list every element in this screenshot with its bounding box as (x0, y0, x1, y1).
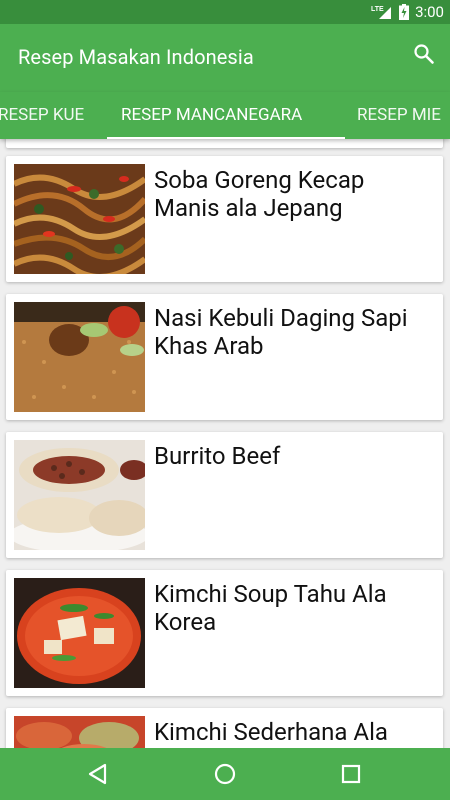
recipe-title: Burrito Beef (154, 442, 281, 470)
recipe-thumbnail (14, 716, 145, 748)
back-button[interactable] (84, 760, 112, 788)
lte-signal-icon: LTE (371, 4, 393, 20)
app-bar: Resep Masakan Indonesia (0, 24, 450, 92)
recipe-card-kimchi-sederhana[interactable]: Kimchi Sederhana Ala (6, 708, 443, 748)
search-icon (414, 44, 434, 64)
active-tab-indicator (107, 137, 345, 139)
recents-button[interactable] (337, 760, 365, 788)
recipe-card-kimchi-soup[interactable]: Kimchi Soup Tahu Ala Korea (6, 570, 443, 696)
recipe-card-burrito-beef[interactable]: Burrito Beef (6, 432, 443, 558)
system-navigation-bar (0, 748, 450, 800)
tab-resep-mie[interactable]: RESEP MIE (357, 92, 441, 139)
list-item[interactable] (6, 139, 443, 148)
svg-text:LTE: LTE (371, 6, 384, 13)
recipe-list[interactable]: Soba Goreng Kecap Manis ala Jepang Nasi … (0, 139, 450, 748)
recipe-card-nasi-kebuli[interactable]: Nasi Kebuli Daging Sapi Khas Arab (6, 294, 443, 420)
battery-charging-icon (399, 4, 410, 20)
recipe-thumbnail (14, 440, 145, 550)
recipe-title: Nasi Kebuli Daging Sapi Khas Arab (154, 304, 408, 360)
recipe-title: Soba Goreng Kecap Manis ala Jepang (154, 166, 365, 222)
recipe-title: Kimchi Soup Tahu Ala Korea (154, 580, 387, 636)
home-circle-icon (214, 763, 236, 785)
search-button[interactable] (412, 42, 436, 66)
recipe-card-soba-goreng[interactable]: Soba Goreng Kecap Manis ala Jepang (6, 156, 443, 282)
clock-time: 3:00 (415, 3, 444, 21)
tab-resep-mancanegara[interactable]: RESEP MANCANEGARA (121, 92, 302, 139)
app-title: Resep Masakan Indonesia (18, 45, 254, 69)
recipe-thumbnail (14, 164, 145, 274)
recipe-title: Kimchi Sederhana Ala (154, 718, 388, 746)
tab-resep-kue[interactable]: RESEP KUE (0, 92, 84, 139)
back-triangle-icon (88, 763, 107, 785)
recipe-thumbnail (14, 302, 145, 412)
category-tabs: RESEP KUE RESEP MANCANEGARA RESEP MIE (0, 92, 450, 139)
home-button[interactable] (211, 760, 239, 788)
recipe-thumbnail (14, 578, 145, 688)
recents-square-icon (341, 764, 361, 784)
status-bar: LTE 3:00 (0, 0, 450, 24)
